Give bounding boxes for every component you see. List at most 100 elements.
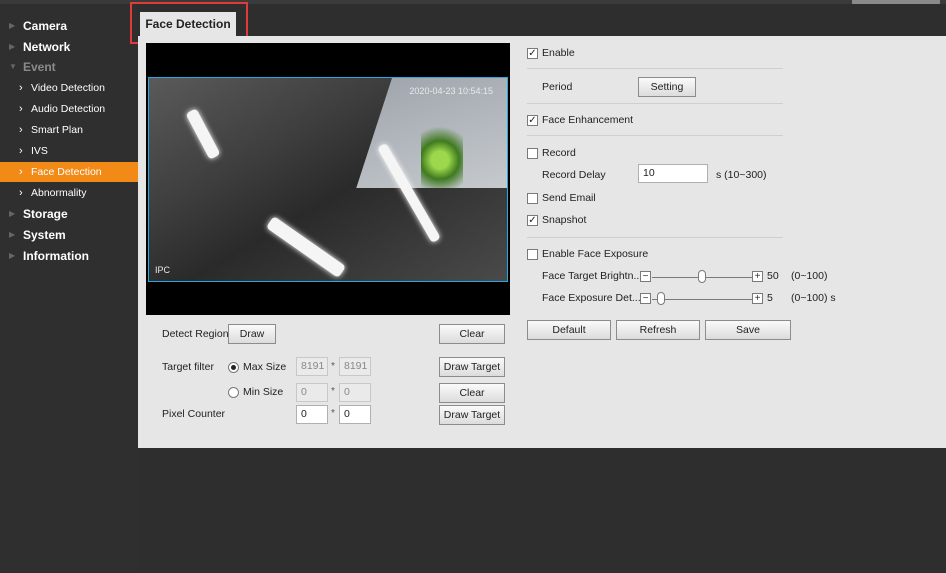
min-size-label: Min Size (243, 386, 284, 398)
sidebar-item-camera[interactable]: ▶ Camera (0, 16, 138, 36)
chevron-right-icon: › (19, 166, 23, 178)
face-exposure-range: (0~100) s (791, 292, 836, 304)
send-email-checkbox[interactable] (527, 193, 538, 204)
snapshot-label: Snapshot (542, 214, 587, 226)
tab-bar (138, 4, 946, 36)
face-target-slider-thumb[interactable] (698, 270, 706, 283)
pixel-counter-height-input[interactable]: 0 (339, 405, 371, 424)
clear-button[interactable]: Clear (439, 324, 505, 344)
sidebar-item-network[interactable]: ▶ Network (0, 37, 138, 57)
draw-target-button[interactable]: Draw Target (439, 357, 505, 377)
face-exposure-slider-track[interactable] (652, 299, 752, 300)
divider (527, 237, 783, 238)
save-button[interactable]: Save (705, 320, 791, 340)
plant (421, 118, 463, 188)
sidebar-item-abnormality[interactable]: › Abnormality (0, 183, 138, 203)
record-delay-input[interactable]: 10 (638, 164, 708, 183)
caret-down-icon: ▼ (9, 62, 17, 71)
draw-button[interactable]: Draw (228, 324, 276, 344)
face-exposure-duration-label: Face Exposure Det... (542, 292, 641, 304)
min-size-radio[interactable] (228, 387, 239, 398)
period-setting-button[interactable]: Setting (638, 77, 696, 97)
min-height-input[interactable]: 0 (339, 383, 371, 402)
max-size-radio[interactable] (228, 362, 239, 373)
chevron-right-icon: › (19, 145, 23, 157)
enable-face-exposure-checkbox[interactable] (527, 249, 538, 260)
max-width-input[interactable]: 8191 (296, 357, 328, 376)
sidebar-item-label: Smart Plan (31, 124, 83, 136)
target-filter-label: Target filter (162, 361, 214, 373)
sidebar-item-label: Network (23, 40, 71, 54)
sidebar-item-label: Camera (23, 19, 68, 33)
sidebar-item-label: Storage (23, 207, 68, 221)
sidebar-item-event[interactable]: ▼ Event (0, 57, 138, 77)
video-frame: 2020-04-23 10:54:15 IPC (148, 77, 508, 282)
pixel-counter-draw-target-button[interactable]: Draw Target (439, 405, 505, 425)
video-preview[interactable]: 2020-04-23 10:54:15 IPC (146, 43, 510, 315)
osd-timestamp: 2020-04-23 10:54:15 (409, 86, 493, 96)
chevron-right-icon: › (19, 82, 23, 94)
face-exposure-value: 5 (767, 292, 773, 304)
detect-region-label: Detect Region (162, 328, 229, 340)
sidebar-item-information[interactable]: ▶ Information (0, 246, 138, 266)
face-target-value: 50 (767, 270, 779, 282)
record-checkbox[interactable] (527, 148, 538, 159)
sidebar-item-face-detection[interactable]: › Face Detection (0, 162, 138, 182)
sidebar-item-label: System (23, 228, 66, 242)
face-enhancement-label: Face Enhancement (542, 114, 634, 126)
sidebar: ▶ Camera ▶ Network ▼ Event › Video Detection… (0, 4, 138, 573)
min-width-input[interactable]: 0 (296, 383, 328, 402)
sidebar-item-label: Face Detection (31, 166, 102, 178)
enable-label: Enable (542, 47, 575, 59)
max-height-input[interactable]: 8191 (339, 357, 371, 376)
refresh-button[interactable]: Refresh (616, 320, 700, 340)
face-target-range: (0~100) (791, 270, 828, 282)
period-label: Period (542, 81, 573, 93)
sidebar-item-storage[interactable]: ▶ Storage (0, 204, 138, 224)
record-delay-label: Record Delay (542, 169, 606, 181)
chevron-right-icon: › (19, 103, 23, 115)
face-enhancement-checkbox[interactable]: ✓ (527, 115, 538, 126)
face-target-brightness-label: Face Target Brightn... (542, 270, 643, 282)
sidebar-item-label: Video Detection (31, 82, 105, 94)
record-delay-range: s (10~300) (716, 169, 767, 181)
sidebar-item-label: Event (23, 60, 56, 74)
chevron-right-icon: › (19, 187, 23, 199)
sidebar-item-audio-detection[interactable]: › Audio Detection (0, 99, 138, 119)
osd-channel-name: IPC (155, 265, 171, 275)
chevron-right-icon: › (19, 124, 23, 136)
sidebar-item-smart-plan[interactable]: › Smart Plan (0, 120, 138, 140)
divider (527, 103, 783, 104)
caret-right-icon: ▶ (9, 230, 16, 239)
clear-target-button[interactable]: Clear (439, 383, 505, 403)
face-exposure-increase-button[interactable]: + (752, 293, 763, 304)
face-exposure-decrease-button[interactable]: − (640, 293, 651, 304)
caret-right-icon: ▶ (9, 21, 16, 30)
face-exposure-slider-thumb[interactable] (657, 292, 665, 305)
default-button[interactable]: Default (527, 320, 611, 340)
sidebar-item-label: Audio Detection (31, 103, 106, 115)
caret-right-icon: ▶ (9, 251, 16, 260)
max-size-label: Max Size (243, 361, 287, 373)
sidebar-item-system[interactable]: ▶ System (0, 225, 138, 245)
sidebar-item-ivs[interactable]: › IVS (0, 141, 138, 161)
snapshot-checkbox[interactable]: ✓ (527, 215, 538, 226)
sidebar-item-label: Abnormality (31, 187, 87, 199)
caret-right-icon: ▶ (9, 42, 16, 51)
record-label: Record (542, 147, 576, 159)
enable-face-exposure-label: Enable Face Exposure (542, 248, 649, 260)
size-separator: * (331, 386, 335, 397)
sidebar-item-video-detection[interactable]: › Video Detection (0, 78, 138, 98)
send-email-label: Send Email (542, 192, 596, 204)
divider (527, 135, 783, 136)
sidebar-item-label: IVS (31, 145, 48, 157)
enable-checkbox[interactable]: ✓ (527, 48, 538, 59)
divider (527, 68, 783, 69)
pixel-counter-width-input[interactable]: 0 (296, 405, 328, 424)
size-separator: * (331, 408, 335, 419)
ceiling-light (185, 108, 221, 160)
face-target-increase-button[interactable]: + (752, 271, 763, 282)
caret-right-icon: ▶ (9, 209, 16, 218)
face-target-decrease-button[interactable]: − (640, 271, 651, 282)
ceiling-light (265, 216, 347, 278)
